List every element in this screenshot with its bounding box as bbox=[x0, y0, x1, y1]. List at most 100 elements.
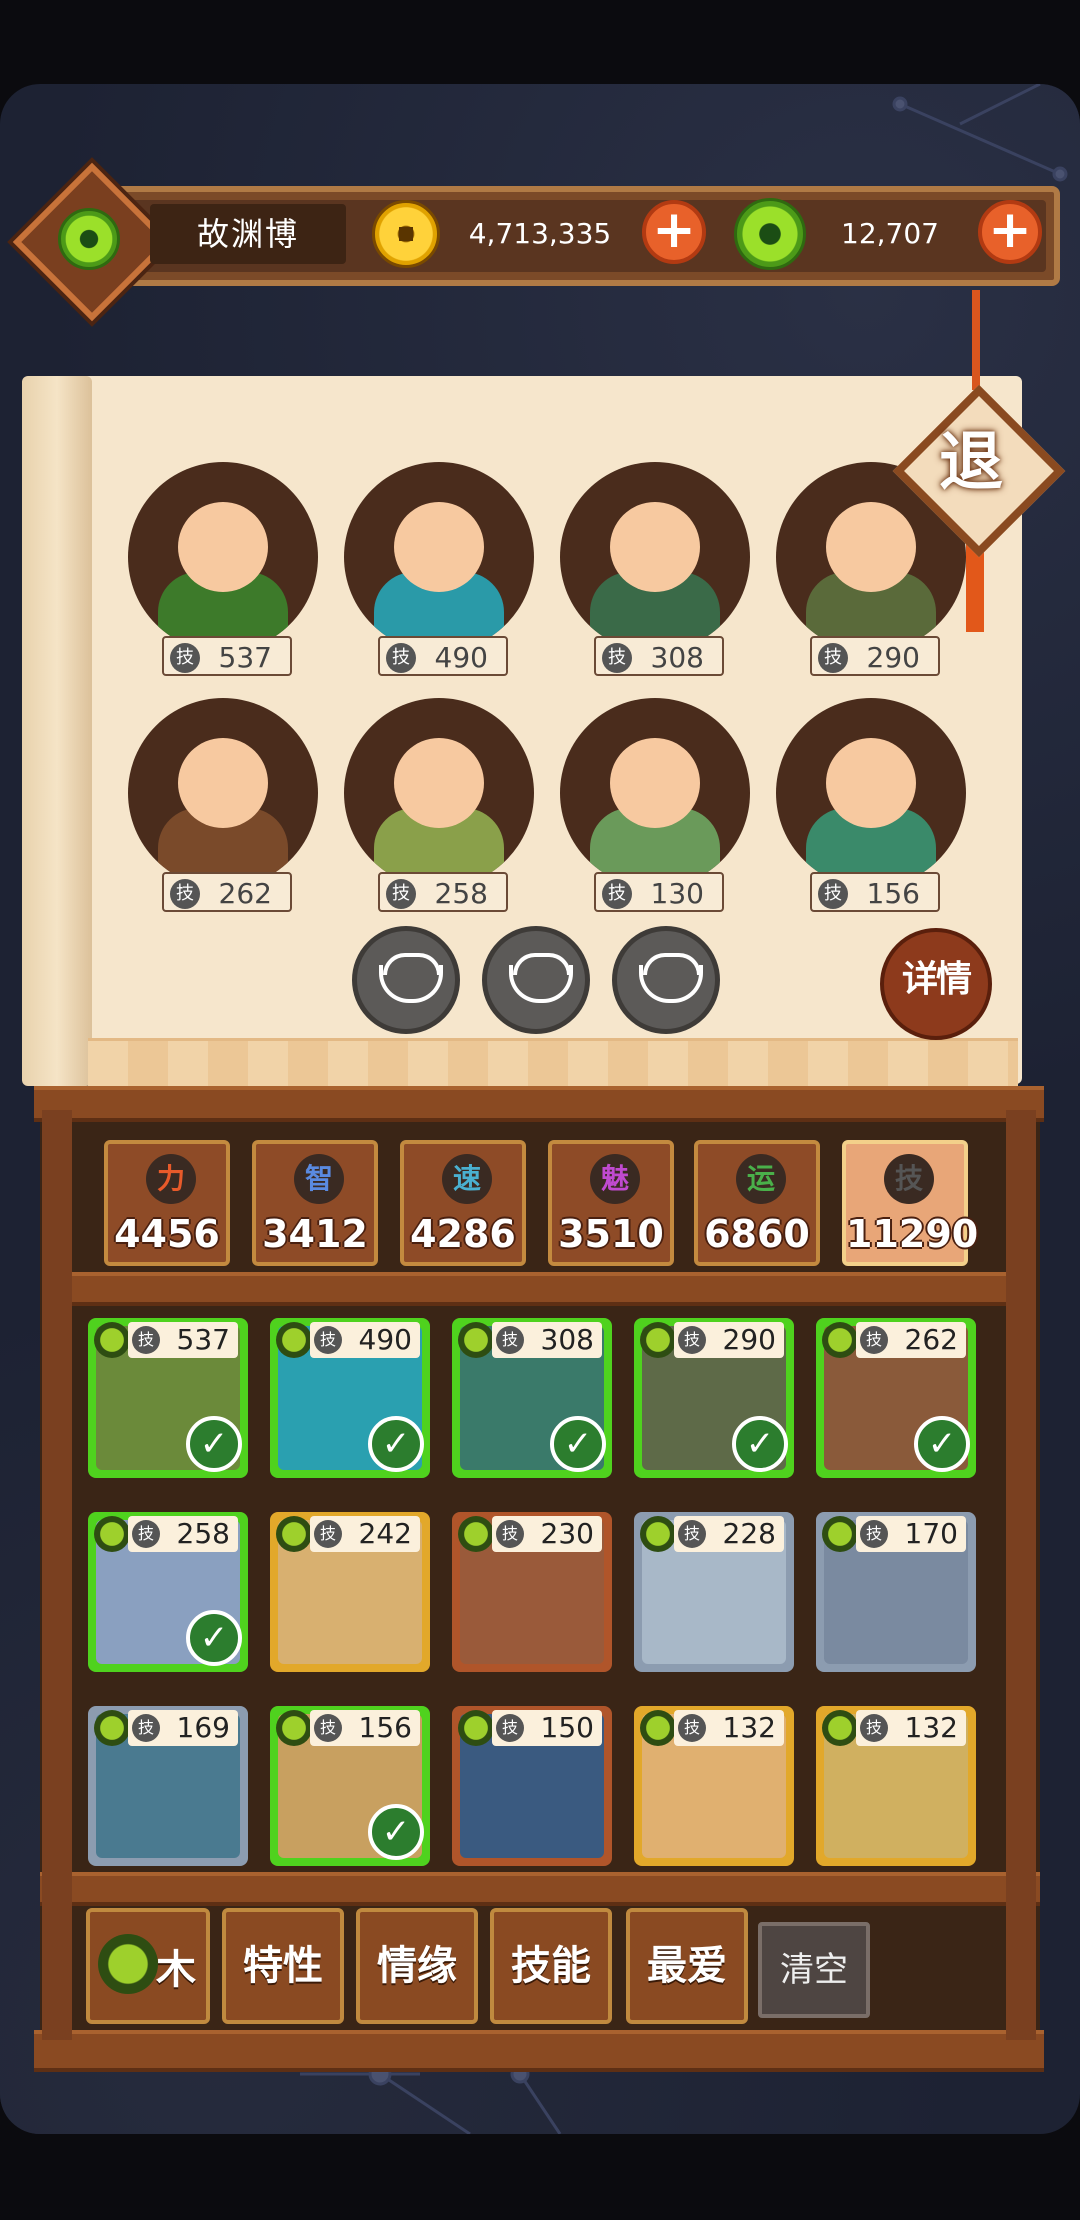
roster-hero-card[interactable]: 技 262 ✓ bbox=[816, 1318, 976, 1478]
empty-slot-bowl-icon[interactable] bbox=[482, 926, 590, 1034]
team-hero-portrait[interactable] bbox=[776, 698, 966, 888]
hero-skill-badge: 技 150 bbox=[492, 1710, 602, 1746]
stat-tile[interactable]: 速 4286 bbox=[400, 1140, 526, 1266]
hero-skill-value: 262 bbox=[904, 1323, 958, 1356]
skill-icon: 技 bbox=[314, 1326, 342, 1354]
team-hero-skill-badge: 技 130 bbox=[594, 872, 724, 912]
team-hero-skill-badge: 技 156 bbox=[810, 872, 940, 912]
clear-button[interactable]: 清空 bbox=[758, 1922, 870, 2018]
team-hero-skill-value: 308 bbox=[650, 641, 704, 674]
stat-tile[interactable]: 力 4456 bbox=[104, 1140, 230, 1266]
team-hero-portrait[interactable] bbox=[344, 698, 534, 888]
stat-value: 6860 bbox=[704, 1212, 810, 1256]
exit-label: 退 bbox=[939, 426, 1003, 500]
roster-hero-card[interactable]: 技 156 ✓ bbox=[270, 1706, 430, 1866]
wood-element-icon bbox=[276, 1322, 312, 1358]
wood-element-icon bbox=[822, 1322, 858, 1358]
filter-element-wood[interactable]: 木 bbox=[86, 1908, 210, 2024]
wood-element-icon bbox=[94, 1710, 130, 1746]
filter-skill-button[interactable]: 技能 bbox=[490, 1908, 612, 2024]
stat-tile[interactable]: 运 6860 bbox=[694, 1140, 820, 1266]
wood-leaf-icon bbox=[98, 1934, 158, 1994]
skill-icon: 技 bbox=[170, 879, 200, 909]
roster-hero-card[interactable]: 技 169 bbox=[88, 1706, 248, 1866]
team-hero-portrait[interactable] bbox=[128, 698, 318, 888]
hero-skill-value: 228 bbox=[722, 1517, 776, 1550]
skill-icon: 技 bbox=[132, 1326, 160, 1354]
team-hero-skill-value: 290 bbox=[866, 641, 920, 674]
stat-value: 11290 bbox=[846, 1212, 979, 1256]
stat-icon: 力 bbox=[146, 1154, 196, 1204]
details-button[interactable]: 详情 bbox=[880, 928, 992, 1040]
coin-amount: 4,713,335 bbox=[468, 217, 612, 250]
jade-icon bbox=[734, 198, 806, 270]
stat-tile[interactable]: 智 3412 bbox=[252, 1140, 378, 1266]
player-name: 故渊博 bbox=[150, 204, 346, 264]
roster-hero-card[interactable]: 技 242 bbox=[270, 1512, 430, 1672]
team-hero-skill-badge: 技 258 bbox=[378, 872, 508, 912]
filter-bond-button[interactable]: 情缘 bbox=[356, 1908, 478, 2024]
skill-icon: 技 bbox=[678, 1520, 706, 1548]
stat-icon: 智 bbox=[294, 1154, 344, 1204]
roster-hero-card[interactable]: 技 230 bbox=[452, 1512, 612, 1672]
add-jade-button[interactable]: + bbox=[978, 200, 1042, 264]
team-hero-portrait[interactable] bbox=[128, 462, 318, 652]
roster-hero-card[interactable]: 技 228 bbox=[634, 1512, 794, 1672]
hero-skill-value: 230 bbox=[540, 1517, 594, 1550]
skill-icon: 技 bbox=[602, 879, 632, 909]
skill-icon: 技 bbox=[496, 1520, 524, 1548]
roster-hero-card[interactable]: 技 132 bbox=[634, 1706, 794, 1866]
wood-element-icon bbox=[822, 1516, 858, 1552]
wood-element-icon bbox=[458, 1710, 494, 1746]
roster-hero-card[interactable]: 技 150 bbox=[452, 1706, 612, 1866]
shelf-bottom-plank bbox=[34, 2030, 1044, 2072]
stat-icon: 运 bbox=[736, 1154, 786, 1204]
team-hero-portrait[interactable] bbox=[344, 462, 534, 652]
hero-skill-value: 290 bbox=[722, 1323, 776, 1356]
stat-tile[interactable]: 魅 3510 bbox=[548, 1140, 674, 1266]
wood-element-icon bbox=[458, 1322, 494, 1358]
skill-icon: 技 bbox=[678, 1326, 706, 1354]
hero-skill-value: 169 bbox=[176, 1711, 230, 1744]
roster-hero-card[interactable]: 技 537 ✓ bbox=[88, 1318, 248, 1478]
exit-button[interactable]: 退 bbox=[892, 384, 1066, 558]
roster-hero-card[interactable]: 技 170 bbox=[816, 1512, 976, 1672]
stat-tile[interactable]: 技 11290 bbox=[842, 1140, 979, 1266]
filter-favorite-button[interactable]: 最爱 bbox=[626, 1908, 748, 2024]
roster-hero-card[interactable]: 技 258 ✓ bbox=[88, 1512, 248, 1672]
hero-skill-badge: 技 262 bbox=[856, 1322, 966, 1358]
team-hero-portrait[interactable] bbox=[560, 698, 750, 888]
shelf-mid-plank bbox=[50, 1272, 1030, 1306]
hero-skill-badge: 技 170 bbox=[856, 1516, 966, 1552]
skill-icon: 技 bbox=[818, 643, 848, 673]
roster-hero-card[interactable]: 技 132 bbox=[816, 1706, 976, 1866]
team-hero-skill-value: 262 bbox=[218, 877, 272, 910]
empty-slot-bowl-icon[interactable] bbox=[612, 926, 720, 1034]
skill-icon: 技 bbox=[602, 643, 632, 673]
hero-skill-badge: 技 132 bbox=[674, 1710, 784, 1746]
scroll-wave-border bbox=[88, 1038, 1018, 1089]
filter-trait-button[interactable]: 特性 bbox=[222, 1908, 344, 2024]
roster-hero-card[interactable]: 技 308 ✓ bbox=[452, 1318, 612, 1478]
add-coins-button[interactable]: + bbox=[642, 200, 706, 264]
skill-icon: 技 bbox=[496, 1714, 524, 1742]
selected-check-icon: ✓ bbox=[368, 1416, 424, 1472]
roster-hero-card[interactable]: 技 490 ✓ bbox=[270, 1318, 430, 1478]
team-hero-skill-badge: 技 490 bbox=[378, 636, 508, 676]
hero-skill-value: 170 bbox=[904, 1517, 958, 1550]
wood-element-icon bbox=[458, 1516, 494, 1552]
team-hero-portrait[interactable] bbox=[560, 462, 750, 652]
empty-slot-bowl-icon[interactable] bbox=[352, 926, 460, 1034]
wood-element-icon bbox=[276, 1710, 312, 1746]
hero-skill-value: 537 bbox=[176, 1323, 230, 1356]
wood-element-icon bbox=[640, 1516, 676, 1552]
hero-skill-badge: 技 132 bbox=[856, 1710, 966, 1746]
skill-icon: 技 bbox=[314, 1520, 342, 1548]
wood-element-icon bbox=[640, 1710, 676, 1746]
player-avatar[interactable] bbox=[12, 162, 172, 322]
roster-hero-card[interactable]: 技 290 ✓ bbox=[634, 1318, 794, 1478]
shelf-right-post bbox=[1006, 1110, 1036, 2040]
stat-value: 3412 bbox=[262, 1212, 368, 1256]
skill-icon: 技 bbox=[386, 879, 416, 909]
stat-icon: 技 bbox=[884, 1154, 934, 1204]
